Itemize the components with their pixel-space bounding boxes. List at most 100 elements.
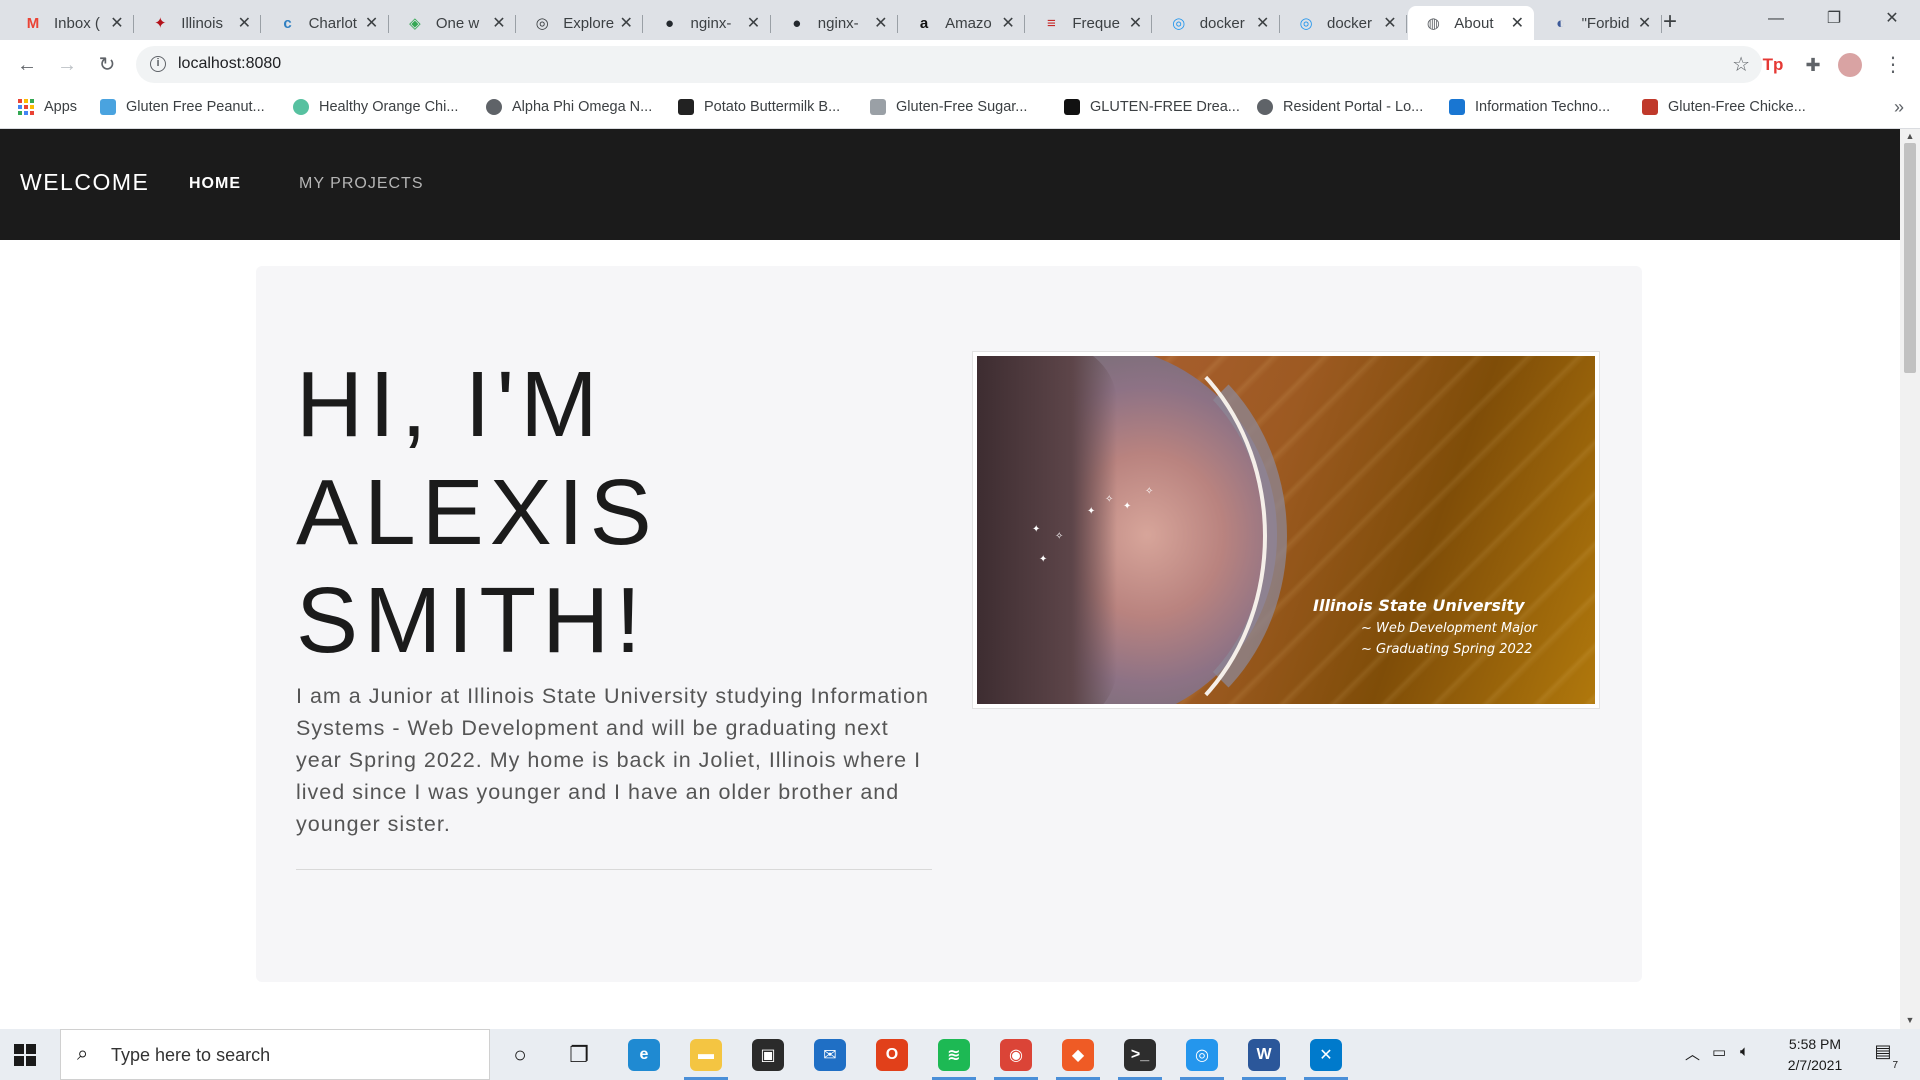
browser-tab[interactable]: ● nginx- ✕	[645, 6, 771, 40]
bookmark-item[interactable]: Information Techno...	[1449, 99, 1610, 115]
minimize-button[interactable]: —	[1748, 0, 1804, 40]
vscode-icon[interactable]: ✕	[1310, 1039, 1342, 1071]
extensions-puzzle-icon[interactable]: ✚	[1800, 52, 1826, 78]
browser-tab[interactable]: ◎ docker ✕	[1154, 6, 1280, 40]
forward-arrow-icon[interactable]: →	[52, 52, 82, 78]
tab-separator	[133, 15, 134, 33]
bookmark-item[interactable]: Gluten-Free Chicke...	[1642, 99, 1806, 115]
browser-tab[interactable]: ◎ Explore ✕	[517, 6, 644, 40]
nav-link-home[interactable]: HOME	[189, 175, 241, 193]
browser-tab[interactable]: c Charlot ✕	[263, 6, 389, 40]
file-explorer-icon[interactable]: ▬	[690, 1039, 722, 1071]
photo-caption: Illinois State University ~ Web Developm…	[1313, 596, 1537, 657]
tab-title: Explore	[563, 14, 615, 32]
bookmark-item[interactable]: Healthy Orange Chi...	[293, 99, 458, 115]
store-icon[interactable]: ▣	[752, 1039, 784, 1071]
office-icon[interactable]: O	[876, 1039, 908, 1071]
word-icon[interactable]: W	[1248, 1039, 1280, 1071]
network-icon[interactable]: ▭	[1712, 1043, 1726, 1061]
browser-tab[interactable]: ◐ "Forbid ✕	[1536, 6, 1662, 40]
windows-start-icon[interactable]	[14, 1044, 36, 1066]
close-tab-icon[interactable]: ✕	[1126, 13, 1144, 33]
terminal-icon[interactable]: >_	[1124, 1039, 1156, 1071]
bookmark-item[interactable]: Gluten Free Peanut...	[100, 99, 265, 115]
scroll-up-arrow-icon[interactable]: ▲	[1904, 131, 1916, 141]
globe-icon	[1257, 99, 1273, 115]
close-tab-icon[interactable]: ✕	[490, 13, 508, 33]
reload-icon[interactable]: ↻	[92, 52, 122, 78]
scroll-down-arrow-icon[interactable]: ▼	[1904, 1015, 1916, 1025]
docker-desktop-icon[interactable]: ◎	[1186, 1039, 1218, 1071]
volume-icon[interactable]: 🔈︎	[1740, 1043, 1749, 1060]
gmail-icon: M	[26, 14, 40, 32]
close-window-button[interactable]: ✕	[1864, 0, 1920, 40]
bookmark-label: GLUTEN-FREE Drea...	[1090, 99, 1240, 115]
cortana-icon[interactable]: ○	[504, 1039, 536, 1071]
bookmark-label: Gluten-Free Sugar...	[896, 99, 1028, 115]
close-tab-icon[interactable]: ✕	[872, 13, 890, 33]
bookmark-item[interactable]: GLUTEN-FREE Drea...	[1064, 99, 1240, 115]
profile-photo-frame: ✦ ✧ ✦ ✧ ✦ ✧ ✦ Illinois State University …	[972, 351, 1600, 709]
system-clock[interactable]: 5:58 PM 2/7/2021	[1760, 1034, 1870, 1076]
bookmark-label: Apps	[44, 99, 78, 115]
tp-extension-icon[interactable]: Tp	[1760, 52, 1786, 78]
edge-icon[interactable]: e	[628, 1039, 660, 1071]
site-brand[interactable]: WELCOME	[20, 169, 149, 196]
clock-time: 5:58 PM	[1788, 1036, 1842, 1052]
browser-tab[interactable]: ◍ About ✕	[1408, 6, 1535, 40]
browser-menu-icon[interactable]: ⋮	[1880, 52, 1906, 78]
spotify-icon[interactable]: ≋	[938, 1039, 970, 1071]
nav-link-my-projects[interactable]: MY PROJECTS	[299, 175, 424, 193]
browser-tab[interactable]: ≡ Freque ✕	[1026, 6, 1153, 40]
bookmark-item[interactable]: Alpha Phi Omega N...	[486, 99, 652, 115]
close-tab-icon[interactable]: ✕	[1254, 13, 1272, 33]
taskbar-search-box[interactable]: ⌕ Type here to search	[60, 1029, 490, 1080]
close-tab-icon[interactable]: ✕	[745, 13, 763, 33]
mail-icon[interactable]: ✉	[814, 1039, 846, 1071]
restore-button[interactable]: ❐	[1806, 0, 1862, 40]
bookmark-item[interactable]: Resident Portal - Lo...	[1257, 99, 1423, 115]
bookmark-item[interactable]: Apps	[18, 99, 77, 115]
us-flag-icon: ≡	[1047, 14, 1056, 32]
browser-tab[interactable]: a Amazo ✕	[899, 6, 1026, 40]
tab-separator	[642, 15, 644, 33]
browser-tab[interactable]: ✦ Illinois ✕	[135, 6, 262, 40]
browser-tab[interactable]: ◈ One w ✕	[390, 6, 516, 40]
close-tab-icon[interactable]: ✕	[1636, 13, 1654, 33]
browser-tab[interactable]: ● nginx- ✕	[772, 6, 898, 40]
site-info-icon[interactable]: i	[150, 56, 166, 72]
bookmark-item[interactable]: Potato Buttermilk B...	[678, 99, 840, 115]
close-tab-icon[interactable]: ✕	[1381, 13, 1399, 33]
tab-separator	[769, 15, 771, 33]
tab-title: About	[1454, 14, 1494, 32]
scrollbar-thumb[interactable]	[1904, 143, 1916, 373]
firefox-icon: ◐	[1556, 14, 1566, 32]
more-bookmarks-icon[interactable]: »	[1894, 97, 1904, 118]
bookmark-item[interactable]: Gluten-Free Sugar...	[870, 99, 1027, 115]
task-view-icon[interactable]: ❐	[563, 1039, 595, 1071]
close-tab-icon[interactable]: ✕	[1508, 13, 1526, 33]
sparkle-icon: ✦	[1039, 554, 1048, 565]
browser-tab[interactable]: ◎ docker ✕	[1281, 6, 1407, 40]
tab-title: One w	[435, 14, 480, 32]
address-url[interactable]: localhost:8080	[178, 55, 281, 73]
close-tab-icon[interactable]: ✕	[235, 13, 253, 33]
page-scrollbar[interactable]: ▲ ▼	[1900, 129, 1920, 1029]
taskbar-search-placeholder[interactable]: Type here to search	[111, 1045, 270, 1066]
postman-icon[interactable]: ◆	[1062, 1039, 1094, 1071]
tab-separator	[896, 15, 898, 33]
chrome-icon[interactable]: ◉	[1000, 1039, 1032, 1071]
back-arrow-icon[interactable]: ←	[12, 52, 42, 78]
bookmark-star-icon[interactable]: ☆	[1732, 52, 1750, 77]
close-tab-icon[interactable]: ✕	[999, 13, 1017, 33]
profile-avatar[interactable]	[1838, 53, 1862, 77]
tab-title: "Forbid	[1581, 14, 1630, 32]
close-tab-icon[interactable]: ✕	[617, 13, 635, 33]
browser-tab[interactable]: M Inbox (✕	[8, 6, 134, 40]
address-bar[interactable]: i localhost:8080 ☆	[136, 46, 1762, 83]
notification-center-icon[interactable]: ▤ 7	[1868, 1041, 1898, 1071]
bookmark-label: Resident Portal - Lo...	[1283, 99, 1424, 115]
close-tab-icon[interactable]: ✕	[108, 13, 126, 33]
close-tab-icon[interactable]: ✕	[363, 13, 381, 33]
show-hidden-icons-chevron-icon[interactable]: ︿	[1685, 1043, 1700, 1064]
